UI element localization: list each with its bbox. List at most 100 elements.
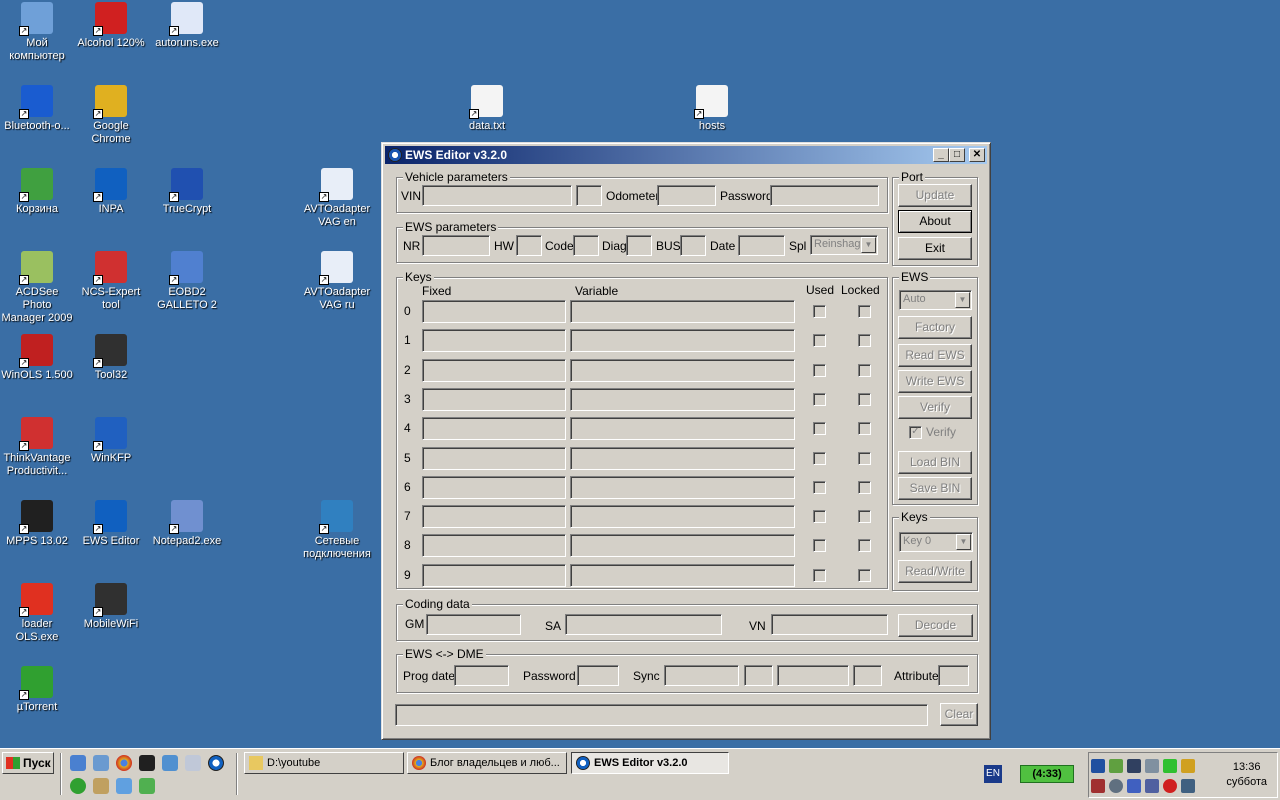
chrome-icon[interactable]: [116, 755, 132, 771]
fixed-key-field[interactable]: [422, 505, 566, 529]
signal-icon[interactable]: [1127, 759, 1141, 773]
dme-password-field[interactable]: [577, 665, 619, 686]
used-checkbox[interactable]: [813, 539, 826, 553]
factory-button[interactable]: Factory: [898, 316, 972, 339]
desktop-icon[interactable]: ↗ µTorrent: [0, 666, 74, 714]
desktop-icon[interactable]: ↗ loader OLS.exe: [0, 583, 74, 644]
battery-indicator[interactable]: (4:33): [1020, 765, 1074, 783]
exit-button[interactable]: Exit: [898, 237, 972, 260]
desktop-icon[interactable]: ↗ INPA: [74, 168, 148, 216]
used-checkbox[interactable]: [813, 568, 826, 582]
sync-field-1[interactable]: [664, 665, 739, 686]
bus-field[interactable]: [680, 235, 706, 256]
bluetooth-icon[interactable]: [1163, 779, 1177, 793]
locked-checkbox[interactable]: [858, 422, 871, 436]
mpps-icon[interactable]: [139, 755, 155, 771]
desktop-icon[interactable]: ↗ ACDSee Photo Manager 2009: [0, 251, 74, 325]
title-bar[interactable]: EWS Editor v3.2.0 _ □ ✕: [385, 146, 987, 164]
desktop-icon[interactable]: ↗ Мой компьютер: [0, 2, 74, 63]
battery-icon[interactable]: [1163, 759, 1177, 773]
desktop-icon[interactable]: ↗ Сетевые подключения: [300, 500, 374, 561]
vin-check-field[interactable]: [576, 185, 602, 206]
used-checkbox[interactable]: [813, 480, 826, 494]
desktop-icon[interactable]: ↗ autoruns.exe: [150, 2, 224, 50]
desktop-icon[interactable]: ↗ Корзина: [0, 168, 74, 216]
save-bin-button[interactable]: Save BIN: [898, 477, 972, 500]
app-icon[interactable]: [116, 778, 132, 794]
sync-field-3[interactable]: [777, 665, 849, 686]
desktop-icon[interactable]: ↗ TrueCrypt: [150, 168, 224, 216]
app-tray-icon[interactable]: [1127, 779, 1141, 793]
volume-icon[interactable]: [1145, 759, 1159, 773]
read-write-button[interactable]: Read/Write: [898, 560, 972, 583]
ie-icon[interactable]: [70, 755, 86, 771]
desktop-icon[interactable]: ↗ MobileWiFi: [74, 583, 148, 631]
read-ews-button[interactable]: Read EWS: [898, 344, 972, 367]
fixed-key-field[interactable]: [422, 563, 566, 587]
desktop-icon[interactable]: ↗ WinOLS 1.500: [0, 334, 74, 382]
variable-key-field[interactable]: [570, 446, 795, 470]
app-tray-icon[interactable]: [1109, 779, 1123, 793]
ews-mode-select[interactable]: Auto ▼: [899, 290, 972, 310]
desktop-icon[interactable]: ↗ Notepad2.exe: [150, 500, 224, 548]
bmw-icon[interactable]: [208, 755, 224, 771]
desktop-icon[interactable]: ↗ AVTOadapter VAG ru: [300, 251, 374, 312]
nr-field[interactable]: [422, 235, 490, 256]
desktop-icon[interactable]: ↗ EOBD2 GALLETO 2: [150, 251, 224, 312]
network-icon[interactable]: [1109, 759, 1123, 773]
user-icon[interactable]: [93, 755, 109, 771]
sa-field[interactable]: [565, 614, 722, 635]
desktop-icon[interactable]: ↗ MPPS 13.02: [0, 500, 74, 548]
taskbar-task-button[interactable]: Блог владельцев и люб...: [407, 752, 567, 774]
desktop-icon[interactable]: ↗ hosts: [675, 85, 749, 133]
used-checkbox[interactable]: [813, 392, 826, 406]
variable-key-field[interactable]: [570, 358, 795, 382]
used-checkbox[interactable]: [813, 305, 826, 318]
variable-key-field[interactable]: [570, 534, 795, 558]
vn-field[interactable]: [771, 614, 888, 635]
variable-key-field[interactable]: [570, 505, 795, 529]
fixed-key-field[interactable]: [422, 300, 566, 323]
locked-checkbox[interactable]: [858, 392, 871, 406]
desktop-icon[interactable]: ↗ Google Chrome: [74, 85, 148, 146]
used-checkbox[interactable]: [813, 363, 826, 377]
sync-field-2[interactable]: [744, 665, 773, 686]
app-tray-icon[interactable]: [1181, 779, 1195, 793]
locked-checkbox[interactable]: [858, 510, 871, 524]
locked-checkbox[interactable]: [858, 480, 871, 494]
verify-checkbox[interactable]: ✓: [909, 426, 922, 439]
locked-checkbox[interactable]: [858, 334, 871, 348]
network-icon[interactable]: [162, 755, 178, 771]
desktop-icon[interactable]: ↗ NCS-Expert tool: [74, 251, 148, 312]
gm-field[interactable]: [426, 614, 521, 635]
fixed-key-field[interactable]: [422, 475, 566, 499]
variable-key-field[interactable]: [570, 387, 795, 411]
language-indicator[interactable]: EN: [984, 765, 1002, 783]
variable-key-field[interactable]: [570, 417, 795, 441]
app-icon[interactable]: [93, 778, 109, 794]
desktop-icon[interactable]: ↗ EWS Editor: [74, 500, 148, 548]
taskbar-task-button[interactable]: D:\youtube: [244, 752, 404, 774]
desktop-icon[interactable]: ↗ WinKFP: [74, 417, 148, 465]
maximize-button[interactable]: □: [949, 148, 965, 162]
variable-key-field[interactable]: [570, 563, 795, 587]
fixed-key-field[interactable]: [422, 387, 566, 411]
app-tray-icon[interactable]: [1181, 759, 1195, 773]
variable-key-field[interactable]: [570, 329, 795, 353]
desktop-icon[interactable]: ↗ data.txt: [450, 85, 524, 133]
locked-checkbox[interactable]: [858, 363, 871, 377]
desktop-icon[interactable]: ↗ ThinkVantage Productivit...: [0, 417, 74, 478]
locked-checkbox[interactable]: [858, 451, 871, 465]
locked-checkbox[interactable]: [858, 539, 871, 553]
spl-select[interactable]: Reinshag ▼: [810, 235, 878, 255]
minimize-button[interactable]: _: [933, 148, 949, 162]
fixed-key-field[interactable]: [422, 534, 566, 558]
usb-icon[interactable]: [1145, 779, 1159, 793]
attribute-field[interactable]: [938, 665, 969, 686]
vcds-icon[interactable]: [185, 755, 201, 771]
app-icon[interactable]: [139, 778, 155, 794]
used-checkbox[interactable]: [813, 334, 826, 348]
used-checkbox[interactable]: [813, 451, 826, 465]
diag-field[interactable]: [626, 235, 652, 256]
clock[interactable]: 13:36 суббота: [1226, 760, 1267, 790]
